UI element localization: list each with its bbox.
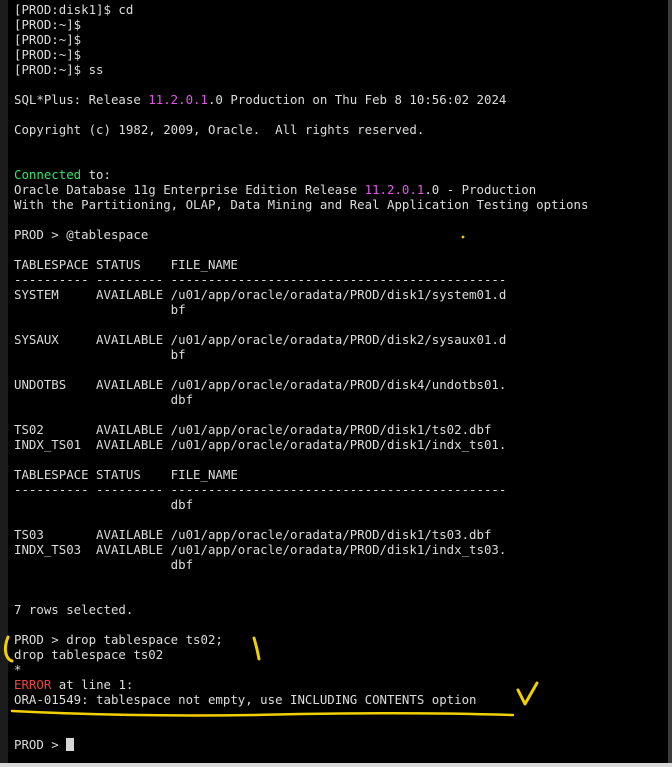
- copyright-line: Copyright (c) 1982, 2009, Oracle. All ri…: [14, 122, 425, 137]
- table-row: TS02 AVAILABLE /u01/app/oracle/oradata/P…: [14, 422, 492, 437]
- drop-echo: drop tablespace ts02: [14, 647, 164, 662]
- table-row-wrap: bf: [14, 302, 186, 317]
- table-row-wrap: dbf: [14, 557, 194, 572]
- table-row: INDX_TS01 AVAILABLE /u01/app/oracle/orad…: [14, 437, 507, 452]
- error-marker: *: [14, 662, 22, 677]
- shell-prompt-ss: [PROD:~]$ ss: [14, 62, 104, 77]
- table-row: INDX_TS03 AVAILABLE /u01/app/oracle/orad…: [14, 542, 507, 557]
- annotation-dot: [461, 235, 465, 239]
- sql-prompt-tablespace: PROD > @tablespace: [14, 227, 149, 242]
- table-header: TABLESPACE STATUS FILE_NAME: [14, 467, 238, 482]
- sql-input-prompt[interactable]: PROD >: [14, 737, 75, 752]
- table-row: TS03 AVAILABLE /u01/app/oracle/oradata/P…: [14, 527, 492, 542]
- database-banner: Oracle Database 11g Enterprise Edition R…: [14, 182, 537, 197]
- shell-prompt: [PROD:~]$: [14, 32, 82, 47]
- window-bottom-border: [0, 763, 672, 767]
- db-version-number: 11.2.0.1: [364, 182, 425, 197]
- annotation-underline: [10, 709, 515, 717]
- table-row: UNDOTBS AVAILABLE /u01/app/oracle/oradat…: [14, 377, 507, 392]
- table-row-wrap: dbf: [14, 392, 194, 407]
- shell-prompt: [PROD:~]$: [14, 17, 82, 32]
- text-cursor: [66, 738, 75, 751]
- options-line: With the Partitioning, OLAP, Data Mining…: [14, 197, 589, 212]
- window-right-border: [668, 0, 672, 767]
- table-row-wrap: bf: [14, 347, 186, 362]
- table-header: TABLESPACE STATUS FILE_NAME: [14, 257, 238, 272]
- table-row-wrap: dbf: [14, 497, 194, 512]
- table-row: SYSAUX AVAILABLE /u01/app/oracle/oradata…: [14, 332, 507, 347]
- annotation-tick-mark: [252, 636, 261, 661]
- version-number: 11.2.0.1: [148, 92, 208, 107]
- terminal-window[interactable]: [PROD:disk1]$ cd [PROD:~]$ [PROD:~]$ [PR…: [0, 0, 668, 763]
- shell-prompt-cd: [PROD:disk1]$ cd: [14, 2, 134, 17]
- error-word: ERROR: [14, 677, 52, 692]
- error-line: ERROR at line 1:: [14, 677, 134, 692]
- rows-selected: 7 rows selected.: [14, 602, 134, 617]
- table-header-dashes: ---------- --------- -------------------…: [14, 272, 507, 287]
- sqlplus-banner: SQL*Plus: Release 11.2.0.1.0 Production …: [14, 92, 507, 107]
- table-row: SYSTEM AVAILABLE /u01/app/oracle/oradata…: [14, 287, 507, 302]
- sql-prompt-drop: PROD > drop tablespace ts02;: [14, 632, 223, 647]
- connected-line: Connected to:: [14, 167, 111, 182]
- terminal-left-border: [0, 0, 8, 763]
- annotation-checkmark: [516, 681, 539, 706]
- shell-prompt: [PROD:~]$: [14, 47, 82, 62]
- connected-word: Connected: [14, 167, 82, 182]
- table-header-dashes: ---------- --------- -------------------…: [14, 482, 507, 497]
- ora-error-message: ORA-01549: tablespace not empty, use INC…: [14, 692, 477, 707]
